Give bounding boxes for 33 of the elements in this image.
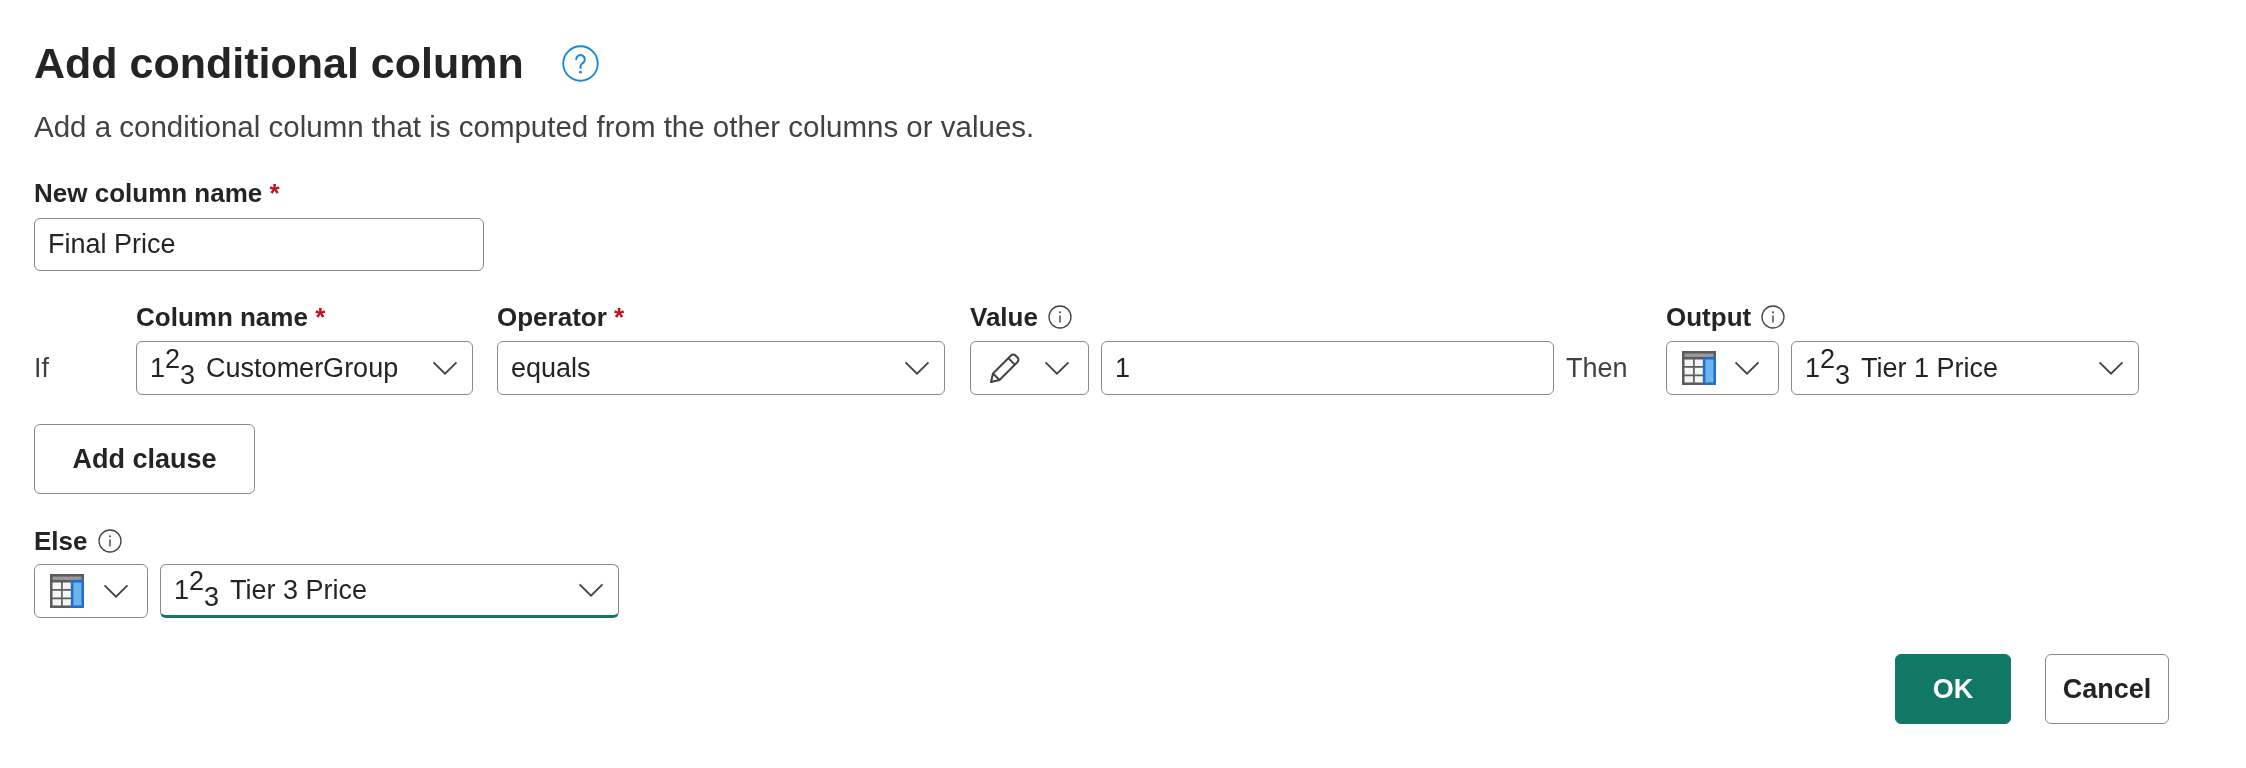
else-mode-selector[interactable]: [34, 564, 148, 618]
info-icon[interactable]: [1047, 305, 1072, 329]
primary-button[interactable]: OK: [1895, 654, 2011, 724]
chevron-down-icon: [1734, 361, 1760, 375]
chevron-down-icon: [2098, 361, 2124, 375]
column-name-input[interactable]: Final Price: [34, 218, 484, 271]
table-column-icon: [1682, 351, 1716, 385]
secondary-button[interactable]: Cancel: [2045, 654, 2169, 724]
chevron-down-icon: [904, 361, 930, 375]
chevron-down-icon: [578, 583, 604, 597]
field-label: Output: [1666, 301, 1752, 334]
help-icon[interactable]: [561, 44, 599, 82]
field-label: Value: [970, 301, 1038, 334]
chevron-down-icon: [103, 584, 129, 598]
dialog-title: Add conditional column: [34, 38, 524, 89]
dialog-description: Add a conditional column that is computed from the other columns or values.: [34, 109, 1035, 145]
field-label: Else: [34, 525, 88, 558]
value-mode-selector[interactable]: [970, 341, 1089, 395]
pencil-icon: [990, 353, 1020, 383]
output-mode-selector[interactable]: [1666, 341, 1779, 395]
info-icon[interactable]: [97, 529, 122, 553]
field-label: Operator *: [497, 301, 625, 334]
operator-dropdown[interactable]: equals: [497, 341, 945, 395]
field-label: New column name *: [34, 177, 280, 210]
add-clause-button[interactable]: Add clause: [34, 424, 255, 494]
chevron-down-icon: [432, 361, 458, 375]
then-label: Then: [1566, 352, 1629, 385]
chevron-down-icon: [1044, 361, 1070, 375]
field-label: Column name *: [136, 301, 326, 334]
value-input[interactable]: 1: [1101, 341, 1554, 395]
if-label: If: [34, 352, 50, 385]
info-icon[interactable]: [1761, 305, 1786, 329]
table-column-icon: [50, 574, 84, 608]
